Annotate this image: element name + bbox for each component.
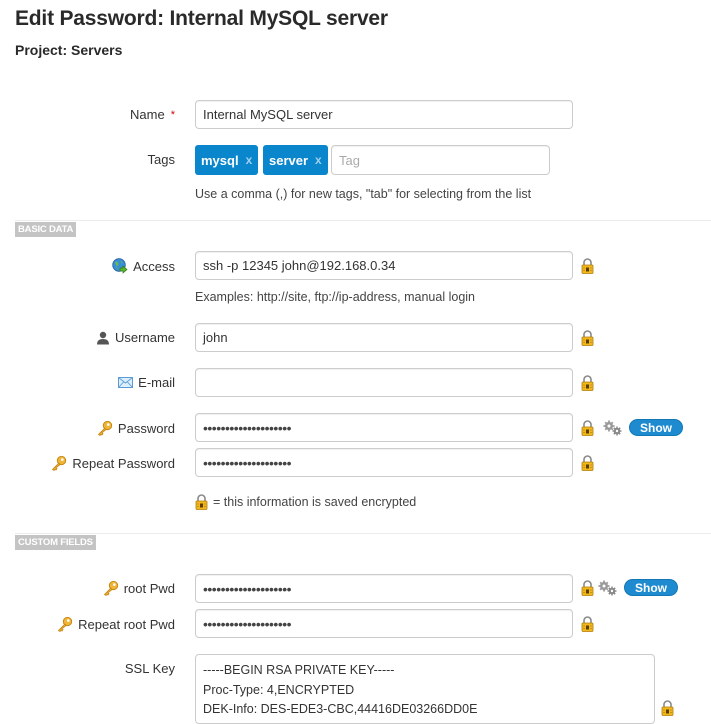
- lock-icon: [195, 494, 208, 510]
- password-label: Password: [97, 420, 175, 436]
- lock-icon: [581, 258, 594, 274]
- tag-input[interactable]: Tag: [331, 145, 550, 175]
- key-icon: [97, 420, 113, 436]
- encrypted-note: = this information is saved encrypted: [195, 494, 416, 510]
- username-input[interactable]: john: [195, 323, 573, 352]
- lock-icon: [581, 330, 594, 346]
- tags-help: Use a comma (,) for new tags, "tab" for …: [195, 187, 532, 201]
- password-label-text: Password: [117, 420, 175, 436]
- repeat-root-pwd-label: Repeat root Pwd: [57, 616, 175, 632]
- tag-server: server x: [263, 145, 328, 175]
- encrypted-note-text: = this information is saved encrypted: [213, 495, 417, 509]
- key-icon: [57, 616, 73, 632]
- ssl-key-label: SSL Key: [124, 661, 175, 676]
- page-title: Edit Password: Internal MySQL server: [15, 7, 388, 30]
- password-input[interactable]: ••••••••••••••••••••: [195, 413, 573, 442]
- access-input[interactable]: ssh -p 12345 john@192.168.0.34: [195, 251, 573, 280]
- lock-icon: [581, 420, 594, 436]
- password-value: ••••••••••••••••••••: [203, 419, 292, 436]
- lock-icon: [581, 455, 594, 471]
- required-marker: *: [170, 108, 175, 121]
- access-label-text: Access: [133, 258, 175, 274]
- email-label-text: E-mail: [138, 375, 175, 390]
- access-value: ssh -p 12345 john@192.168.0.34: [203, 258, 396, 273]
- tag-mysql: mysql x: [195, 145, 259, 175]
- username-value: john: [203, 330, 228, 345]
- ssl-key-line: DEK-Info: DES-EDE3-CBC,44416DE03266DD0E: [203, 702, 478, 716]
- show-password-button[interactable]: Show: [629, 419, 683, 436]
- repeat-root-pwd-label-text: Repeat root Pwd: [78, 616, 175, 632]
- project-label: Project: Servers: [15, 42, 123, 58]
- repeat-root-pwd-value: ••••••••••••••••••••: [203, 615, 292, 632]
- lock-icon: [581, 375, 594, 391]
- name-input[interactable]: Internal MySQL server: [195, 100, 573, 129]
- repeat-password-label-text: Repeat Password: [72, 455, 175, 471]
- name-label: Name *: [130, 107, 175, 122]
- root-pwd-label: root Pwd: [103, 580, 175, 596]
- root-pwd-value: ••••••••••••••••••••: [203, 580, 292, 597]
- email-label: E-mail: [118, 375, 175, 390]
- name-label-text: Name: [130, 107, 165, 122]
- root-pwd-input[interactable]: ••••••••••••••••••••: [195, 574, 573, 603]
- tag-remove-button[interactable]: x: [315, 153, 322, 167]
- tag-label: mysql: [201, 152, 239, 168]
- ssl-key-line: -----BEGIN RSA PRIVATE KEY-----: [203, 663, 395, 677]
- tags-label: Tags: [147, 152, 175, 167]
- lock-icon: [581, 580, 594, 596]
- root-pwd-label-text: root Pwd: [123, 580, 175, 596]
- lock-icon: [661, 700, 674, 716]
- envelope-icon: [118, 377, 134, 388]
- email-input[interactable]: [195, 368, 573, 397]
- name-value: Internal MySQL server: [203, 107, 333, 122]
- username-label-text: Username: [115, 330, 175, 345]
- generate-password-gears-icon[interactable]: [598, 580, 618, 596]
- key-icon: [51, 455, 67, 471]
- key-icon: [103, 580, 119, 596]
- divider: [15, 220, 711, 221]
- show-root-pwd-button[interactable]: Show: [624, 579, 678, 596]
- ssl-key-textarea[interactable]: -----BEGIN RSA PRIVATE KEY----- Proc-Typ…: [195, 654, 655, 724]
- repeat-password-input[interactable]: ••••••••••••••••••••: [195, 448, 573, 477]
- lock-icon: [581, 616, 594, 632]
- globe-arrow-icon: [112, 258, 128, 274]
- generate-password-gears-icon[interactable]: [603, 420, 623, 436]
- repeat-root-pwd-input[interactable]: ••••••••••••••••••••: [195, 609, 573, 638]
- repeat-password-value: ••••••••••••••••••••: [203, 454, 292, 471]
- tag-placeholder: Tag: [339, 152, 360, 168]
- ssl-key-line: Proc-Type: 4,ENCRYPTED: [203, 682, 355, 697]
- access-help: Examples: http://site, ftp://ip-address,…: [195, 290, 475, 304]
- tag-remove-button[interactable]: x: [246, 153, 253, 167]
- section-custom-fields: CUSTOM FIELDS: [15, 535, 96, 550]
- username-label: Username: [96, 330, 175, 345]
- access-label: Access: [112, 258, 175, 274]
- tag-label: server: [269, 152, 309, 168]
- user-icon: [97, 331, 110, 344]
- repeat-password-label: Repeat Password: [51, 455, 175, 471]
- divider: [15, 533, 711, 534]
- section-basic-data: BASIC DATA: [15, 222, 77, 237]
